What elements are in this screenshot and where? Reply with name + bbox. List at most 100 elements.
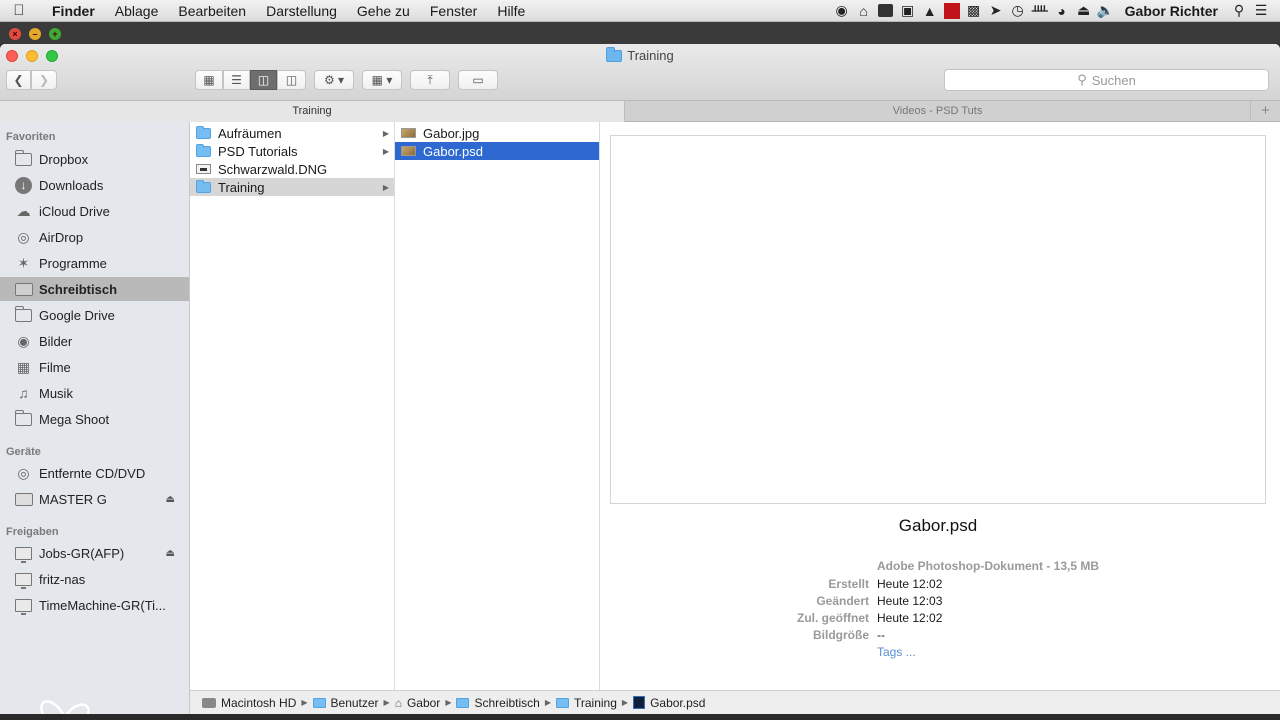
share-button[interactable]: ⤒	[410, 70, 450, 90]
list-item-psd-tutorials[interactable]: PSD Tutorials ▶	[190, 142, 394, 160]
sidebar-item-programme[interactable]: ✶ Programme	[0, 251, 189, 275]
tab-training[interactable]: Training	[0, 101, 624, 122]
coverflow-icon: ◫	[285, 73, 298, 87]
sidebar-item-icloud-drive[interactable]: ☁ iCloud Drive	[0, 199, 189, 223]
forward-status-icon[interactable]: ➤	[985, 0, 1007, 22]
sidebar-item-dropbox[interactable]: Dropbox	[0, 147, 189, 171]
bg-minimize-icon[interactable]: –	[29, 28, 41, 40]
path-item-label: Gabor.psd	[650, 695, 706, 710]
path-item-schreibtisch[interactable]: Schreibtisch	[456, 696, 540, 710]
sidebar-item-bilder[interactable]: ◉ Bilder	[0, 329, 189, 353]
notification-center-icon[interactable]: ☰	[1250, 0, 1272, 22]
spotlight-icon[interactable]: ⚲	[1228, 0, 1250, 22]
sidebar-item-downloads[interactable]: ↓ Downloads	[0, 173, 189, 197]
list-icon: ☰	[231, 73, 242, 87]
path-item-label: Macintosh HD	[221, 695, 297, 710]
menu-ablage[interactable]: Ablage	[105, 3, 169, 19]
home-status-icon[interactable]: ⌂	[853, 0, 875, 22]
path-item-macintosh-hd[interactable]: Macintosh HD	[202, 696, 296, 710]
eject-icon[interactable]: ⏏	[166, 494, 175, 505]
sidebar-item-label: Entfernte CD/DVD	[39, 465, 146, 481]
sidebar-item-airdrop[interactable]: ◎ AirDrop	[0, 225, 189, 249]
list-item-training[interactable]: Training ▶	[190, 178, 394, 196]
menu-bar:  Finder Ablage Bearbeiten Darstellung G…	[0, 0, 1280, 22]
bluetooth-icon[interactable]: ᚉ	[1029, 0, 1051, 22]
bg-close-icon[interactable]: ×	[9, 28, 21, 40]
folder-icon	[14, 409, 33, 429]
sidebar-item-label: Filme	[39, 359, 71, 375]
folder-icon	[14, 305, 33, 325]
path-item-benutzer[interactable]: Benutzer	[312, 696, 379, 710]
finder-window: Training ❮ ❯ ▦ ☰ ◫ ◫ ⚙ ▾ ▦ ▾ ⤒ ▭ ⚲ Suche…	[0, 44, 1280, 720]
tab-videos-psd-tuts[interactable]: Videos - PSD Tuts	[624, 101, 1250, 122]
preview-image	[610, 135, 1266, 504]
hard-drive-icon	[202, 697, 216, 708]
apple-menu-icon[interactable]: 	[0, 2, 38, 19]
drive-status-icon[interactable]: ▲	[919, 0, 941, 22]
sidebar-item-fritz-nas[interactable]: fritz-nas	[0, 567, 189, 591]
sidebar-item-label: TimeMachine-GR(Ti...	[39, 597, 166, 613]
columns-icon: ◫	[257, 73, 270, 87]
display-status-icon[interactable]: ▩	[963, 0, 985, 22]
menu-gehe-zu[interactable]: Gehe zu	[347, 3, 420, 19]
menu-bearbeiten[interactable]: Bearbeiten	[168, 3, 256, 19]
action-menu-button[interactable]: ⚙ ▾	[314, 70, 354, 90]
sidebar-item-label: Google Drive	[39, 307, 115, 323]
list-item-label: Training	[218, 179, 265, 195]
list-item-label: Aufräumen	[218, 125, 282, 141]
folder-icon	[456, 697, 470, 708]
menu-darstellung[interactable]: Darstellung	[256, 3, 347, 19]
sidebar-item-filme[interactable]: ▦ Filme	[0, 355, 189, 379]
sidebar-item-entfernte-cd-dvd[interactable]: ◎ Entfernte CD/DVD	[0, 461, 189, 485]
column-view-button[interactable]: ◫	[250, 70, 277, 90]
time-machine-icon[interactable]: ◷	[1007, 0, 1029, 22]
list-item-aufraeumen[interactable]: Aufräumen ▶	[190, 124, 394, 142]
meta-label-erstellt: Erstellt	[828, 577, 869, 591]
list-item-gabor-jpg[interactable]: Gabor.jpg	[395, 124, 599, 142]
sidebar: Favoriten Dropbox ↓ Downloads ☁ iCloud D…	[0, 122, 190, 720]
back-button[interactable]: ❮	[6, 70, 31, 90]
record-icon[interactable]: ◉	[831, 0, 853, 22]
list-item-gabor-psd[interactable]: Gabor.psd	[395, 142, 599, 160]
sidebar-item-label: Bilder	[39, 333, 73, 349]
coverflow-view-button[interactable]: ◫	[277, 70, 306, 90]
eject-status-icon[interactable]: ⏏	[1073, 0, 1095, 22]
sidebar-item-musik[interactable]: ♫ Musik	[0, 381, 189, 405]
menu-hilfe[interactable]: Hilfe	[487, 3, 535, 19]
bg-zoom-icon[interactable]: +	[49, 28, 61, 40]
app-status-icon[interactable]	[941, 0, 963, 22]
sidebar-item-jobs-gr-afp[interactable]: Jobs-GR(AFP) ⏏	[0, 541, 189, 565]
sidebar-item-label: Jobs-GR(AFP)	[39, 545, 125, 561]
dropbox-status-icon[interactable]: ▣	[897, 0, 919, 22]
menu-finder[interactable]: Finder	[38, 3, 105, 19]
sidebar-item-timemachine-gr[interactable]: TimeMachine-GR(Ti...	[0, 593, 189, 617]
path-item-gabor[interactable]: ⌂ Gabor	[395, 696, 441, 710]
user-name[interactable]: Gabor Richter	[1117, 3, 1228, 19]
volume-icon[interactable]: 🔈	[1095, 0, 1117, 22]
menu-fenster[interactable]: Fenster	[420, 3, 487, 19]
tags-button[interactable]: ▭	[458, 70, 498, 90]
eject-icon[interactable]: ⏏	[166, 548, 175, 559]
wifi-icon[interactable]: ◕	[1051, 0, 1073, 22]
path-item-gabor-psd[interactable]: Gabor.psd	[633, 696, 705, 710]
arrange-menu-button[interactable]: ▦ ▾	[362, 70, 402, 90]
sidebar-header-favoriten: Favoriten	[6, 131, 56, 143]
new-tab-button[interactable]: +	[1250, 101, 1280, 122]
list-view-button[interactable]: ☰	[223, 70, 250, 90]
status-menus: ◉ ⌂ ▣ ▲ ▩ ➤ ◷ ᚉ ◕ ⏏ 🔈 Gabor Richter ⚲ ☰	[831, 0, 1280, 22]
sidebar-item-google-drive[interactable]: Google Drive	[0, 303, 189, 327]
list-item-schwarzwald-dng[interactable]: Schwarzwald.DNG	[190, 160, 394, 178]
icon-view-button[interactable]: ▦	[195, 70, 223, 90]
sidebar-item-schreibtisch[interactable]: Schreibtisch	[0, 277, 189, 301]
search-field[interactable]: ⚲ Suchen	[944, 69, 1269, 91]
sidebar-item-master-g[interactable]: MASTER G ⏏	[0, 487, 189, 511]
preview-filename: Gabor.psd	[898, 516, 978, 535]
disclosure-arrow-icon: ▶	[382, 128, 389, 138]
chevron-right-icon: ❯	[38, 73, 50, 87]
sidebar-item-mega-shoot[interactable]: Mega Shoot	[0, 407, 189, 431]
path-item-training[interactable]: Training	[556, 696, 617, 710]
tags-link[interactable]: Tags ...	[877, 645, 916, 659]
evernote-icon[interactable]	[875, 0, 897, 22]
drive-icon	[14, 490, 33, 509]
forward-button[interactable]: ❯	[31, 70, 57, 90]
